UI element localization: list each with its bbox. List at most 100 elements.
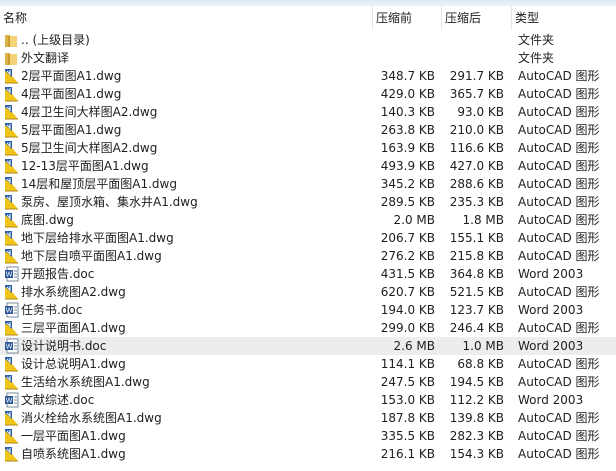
compressed-size: 246.4 KB [449, 321, 504, 335]
file-row[interactable]: 4层卫生间大样图A2.dwg 140.3 KB 93.0 KB AutoCAD … [0, 103, 616, 121]
compressed-size: 139.8 KB [449, 411, 504, 425]
file-row[interactable]: 设计总说明A1.dwg 114.1 KB 68.8 KB AutoCAD 图形 [0, 355, 616, 373]
file-size: 620.7 KB [380, 285, 435, 299]
svg-text:W: W [6, 308, 13, 315]
file-name: 地下层给排水平面图A1.dwg [21, 231, 174, 245]
file-row[interactable]: 排水系统图A2.dwg 620.7 KB 521.5 KB AutoCAD 图形 [0, 283, 616, 301]
autocad-file-icon [4, 374, 19, 390]
file-name: 开题报告.doc [21, 267, 95, 281]
file-row[interactable]: 4层平面图A1.dwg 429.0 KB 365.7 KB AutoCAD 图形 [0, 85, 616, 103]
file-row[interactable]: 自喷系统图A1.dwg 216.1 KB 154.3 KB AutoCAD 图形 [0, 445, 616, 463]
file-size: 276.2 KB [380, 249, 435, 263]
file-row[interactable]: W 任务书.doc 194.0 KB 123.7 KB Word 2003 [0, 301, 616, 319]
autocad-file-icon [4, 158, 19, 174]
file-type: AutoCAD 图形 [518, 141, 600, 155]
file-type: AutoCAD 图形 [518, 213, 600, 227]
compressed-size: 521.5 KB [449, 285, 504, 299]
file-size: 187.8 KB [380, 411, 435, 425]
file-name: 一层平面图A1.dwg [21, 429, 126, 443]
file-size: 429.0 KB [380, 87, 435, 101]
autocad-file-icon [4, 140, 19, 156]
file-name: 5层平面图A1.dwg [21, 123, 122, 137]
file-row[interactable]: 5层卫生间大样图A2.dwg 163.9 KB 116.6 KB AutoCAD… [0, 139, 616, 157]
file-name: 4层卫生间大样图A2.dwg [21, 105, 158, 119]
file-name: 5层卫生间大样图A2.dwg [21, 141, 158, 155]
file-name: .. (上级目录) [21, 33, 90, 47]
svg-text:W: W [6, 344, 13, 351]
file-size: 216.1 KB [380, 447, 435, 461]
file-row[interactable]: 5层平面图A1.dwg 263.8 KB 210.0 KB AutoCAD 图形 [0, 121, 616, 139]
file-type: AutoCAD 图形 [518, 105, 600, 119]
file-row[interactable]: 地下层给排水平面图A1.dwg 206.7 KB 155.1 KB AutoCA… [0, 229, 616, 247]
file-row[interactable]: 12-13层平面图A1.dwg 493.9 KB 427.0 KB AutoCA… [0, 157, 616, 175]
file-name: 设计总说明A1.dwg [21, 357, 126, 371]
file-type: AutoCAD 图形 [518, 69, 600, 83]
file-row[interactable]: 消火栓给水系统图A1.dwg 187.8 KB 139.8 KB AutoCAD… [0, 409, 616, 427]
folder-icon [4, 50, 19, 66]
compressed-size: 155.1 KB [449, 231, 504, 245]
file-size: 206.7 KB [380, 231, 435, 245]
svg-text:W: W [6, 398, 13, 405]
file-size: 114.1 KB [380, 357, 435, 371]
file-row[interactable]: W 文献综述.doc 153.0 KB 112.2 KB Word 2003 [0, 391, 616, 409]
column-header: 名称 压缩前 压缩后 类型 [0, 6, 616, 30]
compressed-size: 427.0 KB [449, 159, 504, 173]
file-row[interactable]: 三层平面图A1.dwg 299.0 KB 246.4 KB AutoCAD 图形 [0, 319, 616, 337]
autocad-file-icon [4, 320, 19, 336]
file-name: 泵房、屋顶水箱、集水井A1.dwg [21, 195, 198, 209]
compressed-size: 1.8 MB [462, 213, 504, 227]
compressed-size: 210.0 KB [449, 123, 504, 137]
file-row[interactable]: 底图.dwg 2.0 MB 1.8 MB AutoCAD 图形 [0, 211, 616, 229]
file-list: .. (上级目录) 文件夹 外文翻译 文件夹 2层平面图A1.dwg 348.7… [0, 31, 616, 463]
compressed-size: 215.8 KB [449, 249, 504, 263]
compressed-size: 291.7 KB [449, 69, 504, 83]
file-type: AutoCAD 图形 [518, 159, 600, 173]
compressed-size: 1.0 MB [462, 339, 504, 353]
file-row[interactable]: .. (上级目录) 文件夹 [0, 31, 616, 49]
file-row[interactable]: 一层平面图A1.dwg 335.5 KB 282.3 KB AutoCAD 图形 [0, 427, 616, 445]
file-name: 地下层自喷平面图A1.dwg [21, 249, 162, 263]
file-row[interactable]: W 开题报告.doc 431.5 KB 364.8 KB Word 2003 [0, 265, 616, 283]
file-row[interactable]: 2层平面图A1.dwg 348.7 KB 291.7 KB AutoCAD 图形 [0, 67, 616, 85]
file-type: Word 2003 [518, 267, 584, 281]
file-row[interactable]: 生活给水系统图A1.dwg 247.5 KB 194.5 KB AutoCAD … [0, 373, 616, 391]
file-row[interactable]: 地下层自喷平面图A1.dwg 276.2 KB 215.8 KB AutoCAD… [0, 247, 616, 265]
column-header-compressed[interactable]: 压缩后 [442, 6, 512, 30]
word-document-icon: W [4, 392, 19, 408]
file-type: AutoCAD 图形 [518, 375, 600, 389]
compressed-size: 194.5 KB [449, 375, 504, 389]
file-name: 文献综述.doc [21, 393, 95, 407]
file-type: Word 2003 [518, 393, 584, 407]
compressed-size: 365.7 KB [449, 87, 504, 101]
file-type: AutoCAD 图形 [518, 195, 600, 209]
file-size: 247.5 KB [380, 375, 435, 389]
column-header-type[interactable]: 类型 [512, 6, 616, 30]
file-size: 299.0 KB [380, 321, 435, 335]
file-row[interactable]: W 设计说明书.doc 2.6 MB 1.0 MB Word 2003 [0, 337, 616, 355]
file-size: 194.0 KB [380, 303, 435, 317]
file-name: 设计说明书.doc [21, 339, 107, 353]
file-type: AutoCAD 图形 [518, 249, 600, 263]
file-size: 493.9 KB [380, 159, 435, 173]
file-type: AutoCAD 图形 [518, 177, 600, 191]
folder-icon [4, 32, 19, 48]
autocad-file-icon [4, 104, 19, 120]
column-header-size[interactable]: 压缩前 [373, 6, 442, 30]
compressed-size: 364.8 KB [449, 267, 504, 281]
autocad-file-icon [4, 68, 19, 84]
file-type: 文件夹 [518, 51, 555, 65]
file-size: 163.9 KB [380, 141, 435, 155]
file-row[interactable]: 泵房、屋顶水箱、集水井A1.dwg 289.5 KB 235.3 KB Auto… [0, 193, 616, 211]
file-size: 2.6 MB [393, 339, 435, 353]
file-name: 任务书.doc [21, 303, 83, 317]
file-type: AutoCAD 图形 [518, 357, 600, 371]
word-document-icon: W [4, 302, 19, 318]
file-size: 335.5 KB [380, 429, 435, 443]
file-row[interactable]: 14层和屋顶层平面图A1.dwg 345.2 KB 288.6 KB AutoC… [0, 175, 616, 193]
compressed-size: 123.7 KB [449, 303, 504, 317]
column-header-name[interactable]: 名称 [0, 6, 373, 30]
compressed-size: 154.3 KB [449, 447, 504, 461]
file-type: AutoCAD 图形 [518, 429, 600, 443]
file-row[interactable]: 外文翻译 文件夹 [0, 49, 616, 67]
word-document-icon: W [4, 266, 19, 282]
